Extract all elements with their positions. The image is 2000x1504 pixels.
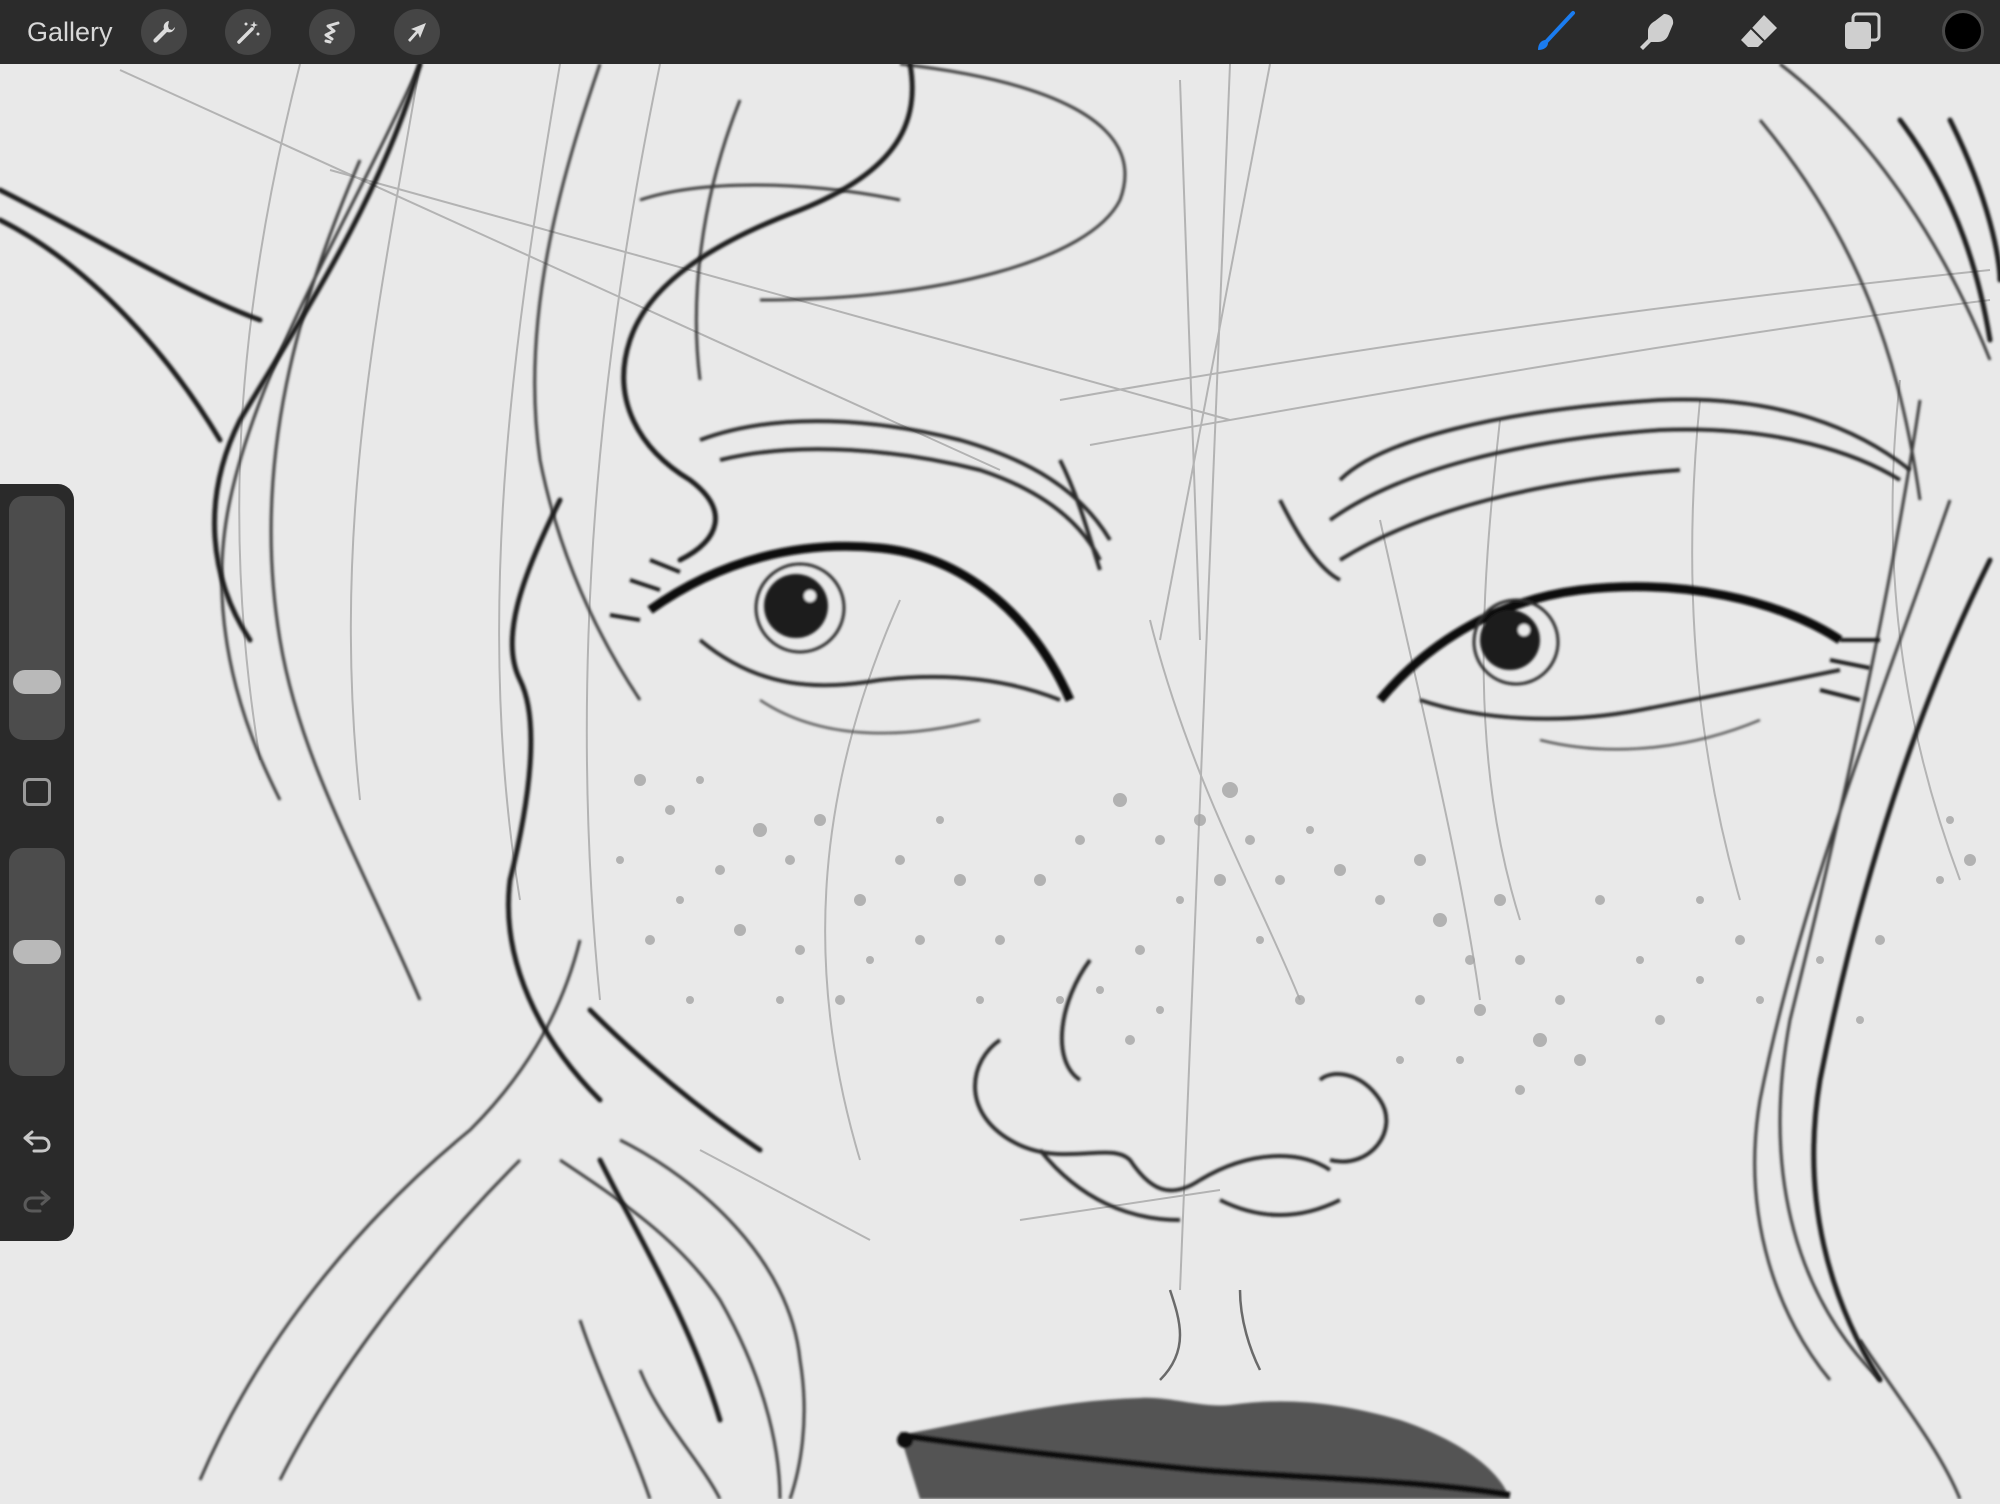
undo-button[interactable] bbox=[18, 1124, 56, 1158]
color-picker-button[interactable] bbox=[1942, 10, 1984, 52]
layers-button[interactable] bbox=[1836, 6, 1888, 58]
transform-button[interactable] bbox=[394, 9, 440, 55]
wrench-icon bbox=[153, 21, 175, 43]
opacity-thumb[interactable] bbox=[13, 940, 61, 965]
redo-button[interactable] bbox=[18, 1184, 56, 1218]
smudge-finger-icon bbox=[1640, 14, 1674, 50]
brush-size-thumb[interactable] bbox=[13, 669, 61, 694]
sketch-artwork bbox=[0, 61, 2000, 1500]
redo-icon bbox=[23, 1190, 51, 1213]
adjustments-button[interactable] bbox=[225, 9, 271, 55]
actions-button[interactable] bbox=[141, 9, 187, 55]
gallery-button[interactable]: Gallery bbox=[27, 14, 113, 50]
layers-icon bbox=[1845, 12, 1881, 49]
brush-tool-button[interactable] bbox=[1529, 6, 1581, 58]
selection-button[interactable] bbox=[309, 9, 355, 55]
magic-wand-icon bbox=[237, 21, 260, 44]
square-icon[interactable] bbox=[23, 778, 51, 806]
arrow-cursor-icon bbox=[408, 23, 426, 42]
opacity-slider[interactable] bbox=[9, 848, 65, 1076]
brush-size-slider[interactable] bbox=[9, 496, 65, 740]
undo-icon bbox=[23, 1130, 51, 1153]
eraser-icon bbox=[1741, 15, 1777, 47]
top-toolbar: Gallery bbox=[0, 0, 2000, 64]
drawing-canvas[interactable] bbox=[0, 61, 2000, 1500]
eraser-tool-button[interactable] bbox=[1733, 6, 1785, 58]
smudge-tool-button[interactable] bbox=[1631, 6, 1683, 58]
side-toolbar bbox=[0, 484, 74, 1241]
brush-icon bbox=[1538, 11, 1575, 50]
selection-s-icon bbox=[324, 21, 340, 44]
